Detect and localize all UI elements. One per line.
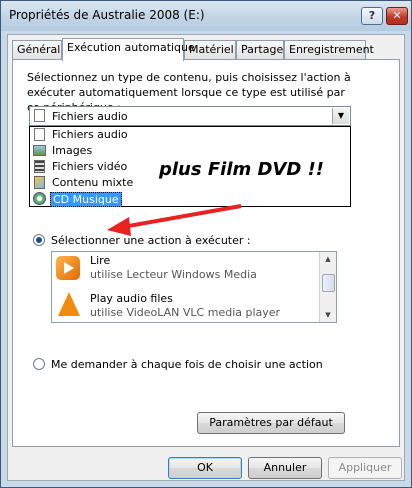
action-name: Play audio files [90,292,173,305]
cancel-button[interactable]: Annuler [248,457,322,479]
dropdown-item-label: CD Musique [50,192,122,207]
vlc-cone-icon [58,292,80,316]
content-type-selected: Fichiers audio [52,110,128,123]
dropdown-item-label: Images [52,144,93,157]
audio-file-icon [34,128,45,141]
dropdown-item-label: Fichiers audio [52,128,128,141]
tab-general[interactable]: Général [12,40,62,59]
chevron-down-icon[interactable]: ▼ [332,108,349,124]
properties-window: Propriétés de Australie 2008 (E:) ? ✕ Gé… [0,0,412,488]
scroll-thumb[interactable] [322,274,335,292]
audio-file-icon [34,109,45,122]
action-list-scrollbar[interactable]: ▲ ▼ [319,252,336,322]
content-type-combobox[interactable]: Fichiers audio ▼ [29,106,351,126]
action-list: Lire utilise Lecteur Windows Media Play … [51,251,337,323]
close-button[interactable]: ✕ [386,7,408,25]
tab-recording[interactable]: Enregistrement [284,40,374,59]
action-subtitle: utilise VideoLAN VLC media player [90,306,281,319]
play-triangle-icon [64,262,74,274]
ok-button[interactable]: OK [168,457,242,479]
scroll-down-icon[interactable]: ▼ [320,308,336,322]
dropdown-item-images[interactable]: Images [30,143,350,159]
help-button[interactable]: ? [361,7,383,25]
window-title: Propriétés de Australie 2008 (E:) [9,8,205,22]
action-item-play-wmp[interactable]: Lire utilise Lecteur Windows Media [52,252,320,284]
tab-autoplay[interactable]: Exécution automatique [62,38,195,61]
dropdown-item-audio[interactable]: Fichiers audio [30,127,350,143]
select-action-label: Sélectionner une action à exécuter : [51,234,251,247]
tab-sharing[interactable]: Partage [236,40,284,59]
dialog-client-area: Général Exécution automatique Matériel P… [7,34,405,481]
title-bar[interactable]: Propriétés de Australie 2008 (E:) ? ✕ [1,1,411,31]
dropdown-item-music-cd[interactable]: CD Musique [30,191,350,207]
video-file-icon [34,160,45,173]
dropdown-item-label: Fichiers vidéo [52,160,128,173]
ask-each-time-radio[interactable] [33,358,45,370]
restore-defaults-button[interactable]: Paramètres par défaut [197,412,345,434]
action-name: Lire [90,254,111,267]
action-item-play-vlc[interactable]: Play audio files utilise VideoLAN VLC me… [52,288,320,322]
select-action-radio[interactable] [33,234,45,246]
action-subtitle: utilise Lecteur Windows Media [90,268,257,281]
dropdown-item-label: Contenu mixte [52,176,134,189]
music-cd-icon [33,192,46,205]
autoplay-panel: Sélectionnez un type de contenu, puis ch… [12,59,400,447]
mixed-content-icon [34,176,45,189]
image-file-icon [33,145,46,156]
ask-each-time-label: Me demander à chaque fois de choisir une… [51,358,323,371]
scroll-up-icon[interactable]: ▲ [320,252,336,266]
apply-button[interactable]: Appliquer [328,457,402,479]
annotation-text: plus Film DVD !! [159,159,325,180]
